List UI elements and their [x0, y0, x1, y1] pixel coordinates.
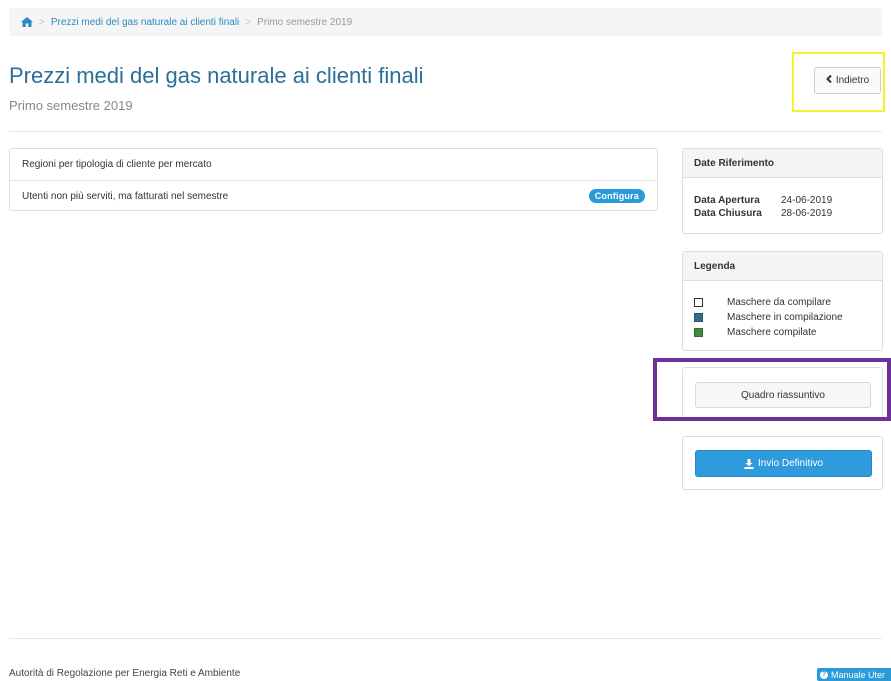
download-icon: [744, 458, 754, 469]
legend-swatch: [694, 313, 703, 322]
page-subtitle: Primo semestre 2019: [9, 98, 133, 113]
highlight-box-yellow: [792, 52, 885, 112]
list-item-label: Utenti non più serviti, ma fatturati nel…: [22, 190, 229, 202]
date-value: 28-06-2019: [781, 208, 833, 219]
legend-swatch: [694, 328, 703, 337]
submit-button[interactable]: Invio Definitivo: [695, 450, 872, 477]
manual-button[interactable]: ? Manuale Uter: [817, 668, 891, 681]
masks-list: Regioni per tipologia di cliente per mer…: [9, 148, 658, 211]
legend-item: Maschere in compilazione: [694, 310, 871, 325]
date-value: 24-06-2019: [781, 195, 833, 206]
panel-heading: Legenda: [683, 252, 882, 281]
dates-panel: Date Riferimento Data Apertura 24-06-201…: [682, 148, 883, 234]
legend-panel: Legenda Maschere da compilare Maschere i…: [682, 251, 883, 351]
legend-label: Maschere in compilazione: [727, 312, 843, 323]
legend-item: Maschere compilate: [694, 325, 871, 340]
date-label: Data Apertura: [694, 195, 760, 206]
help-circle-icon: ?: [820, 670, 828, 679]
breadcrumb: > Prezzi medi del gas naturale ai client…: [9, 8, 882, 36]
highlight-box-purple: [653, 358, 891, 421]
date-label: Data Chiusura: [694, 208, 762, 219]
page-title: Prezzi medi del gas naturale ai clienti …: [9, 63, 424, 88]
breadcrumb-current: Primo semestre 2019: [257, 16, 353, 28]
breadcrumb-separator: >: [245, 16, 252, 28]
breadcrumb-separator: >: [39, 16, 45, 28]
legend-item: Maschere da compilare: [694, 295, 871, 310]
divider: [9, 638, 882, 639]
legend-swatch: [694, 298, 703, 307]
legend-label: Maschere da compilare: [727, 297, 831, 308]
date-row: Data Chiusura 28-06-2019: [694, 207, 871, 220]
legend-label: Maschere compilate: [727, 327, 817, 338]
manual-button-label: Manuale Uter: [831, 669, 886, 680]
home-icon[interactable]: [21, 17, 33, 27]
footer-text: Autorità di Regolazione per Energia Reti…: [9, 668, 241, 679]
panel-heading: Date Riferimento: [683, 149, 882, 178]
list-item[interactable]: Regioni per tipologia di cliente per mer…: [10, 149, 657, 180]
configure-badge[interactable]: Configura: [588, 189, 645, 203]
submit-button-label: Invio Definitivo: [757, 458, 824, 469]
date-row: Data Apertura 24-06-2019: [694, 194, 871, 207]
breadcrumb-link[interactable]: Prezzi medi del gas naturale ai clienti …: [51, 17, 239, 28]
divider: [9, 131, 882, 132]
list-item-label: Regioni per tipologia di cliente per mer…: [22, 159, 212, 170]
submit-panel: Invio Definitivo: [682, 436, 883, 490]
list-item[interactable]: Utenti non più serviti, ma fatturati nel…: [10, 180, 657, 211]
